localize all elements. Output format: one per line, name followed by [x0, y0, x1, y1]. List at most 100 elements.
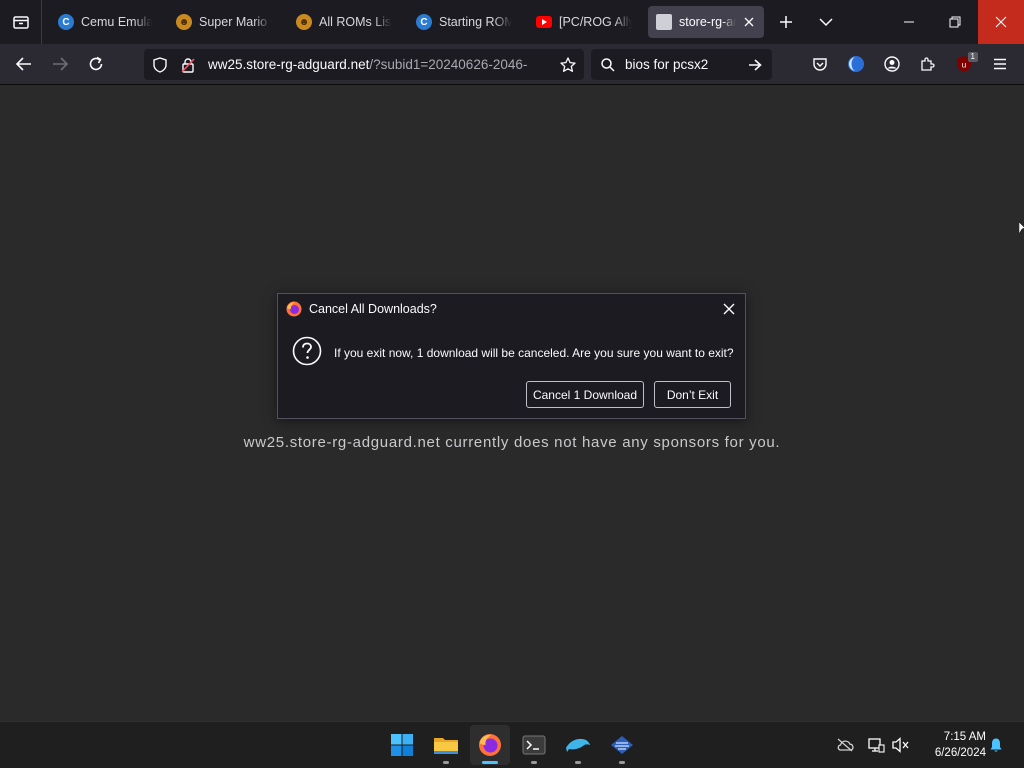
shield-icon: [153, 56, 167, 73]
tab-list-icon: [12, 16, 29, 29]
url-path: /?subid1=20240626-2046-: [369, 57, 528, 72]
start-button[interactable]: [382, 725, 422, 765]
url-host: ww25.store-rg-adguard.net: [208, 57, 370, 72]
running-indicator: [482, 761, 498, 764]
cancel-downloads-dialog: Cancel All Downloads? If you exit now, 1…: [277, 293, 746, 419]
question-icon: [292, 336, 322, 366]
clock-time: 7:15 AM: [943, 731, 986, 743]
sponsor-message: ww25.store-rg-adguard.net currently does…: [243, 434, 781, 451]
account-button[interactable]: [877, 49, 907, 79]
taskbar-dolphin-emulator[interactable]: [558, 725, 598, 765]
tab-label: Cemu Emulator: [81, 15, 152, 29]
svg-text:u: u: [962, 61, 966, 70]
onedrive-icon[interactable]: [835, 735, 855, 755]
folder-icon: [434, 738, 458, 754]
site-info-button[interactable]: [176, 53, 200, 77]
pocket-button[interactable]: [805, 49, 835, 79]
puzzle-icon: [921, 57, 935, 71]
dark-reader-extension-button[interactable]: [841, 49, 871, 79]
new-tab-button[interactable]: [770, 6, 802, 38]
cemu-icon: C: [416, 14, 432, 30]
taskbar-pcsx2[interactable]: [602, 725, 642, 765]
taskbar-terminal[interactable]: [514, 725, 554, 765]
dialog-title-bar: Cancel All Downloads?: [278, 294, 745, 324]
dialog-close-button[interactable]: [719, 299, 739, 319]
address-bar[interactable]: ww25.store-rg-adguard.net/?subid1=202406…: [144, 49, 584, 80]
close-icon: [995, 16, 1007, 28]
taskbar-file-explorer[interactable]: [426, 725, 466, 765]
tab-youtube-rog-ally[interactable]: [PC/ROG Ally]: [528, 6, 640, 38]
terminal-icon: [522, 735, 546, 755]
app-menu-button[interactable]: [985, 49, 1015, 79]
taskbar-firefox[interactable]: [470, 725, 510, 765]
running-indicator: [531, 761, 537, 764]
pocket-icon: [813, 58, 827, 71]
tab-label: Starting ROM: [439, 15, 512, 29]
tab-starting-rom[interactable]: C Starting ROM: [408, 6, 520, 38]
tracking-protection-button[interactable]: [148, 53, 172, 77]
youtube-icon: [536, 16, 552, 28]
minimize-window-button[interactable]: [886, 0, 932, 44]
firefox-icon: [286, 301, 302, 317]
dark-mode-extension-icon: [848, 56, 864, 72]
cemu-icon: C: [58, 14, 74, 30]
star-icon: [560, 56, 576, 72]
network-icon[interactable]: [866, 735, 886, 755]
extension-badge: 1: [967, 52, 978, 62]
forward-button[interactable]: [45, 49, 75, 79]
minimize-icon: [904, 21, 914, 23]
running-indicator: [575, 761, 581, 764]
restore-window-button[interactable]: [932, 0, 978, 44]
reload-icon: [89, 56, 103, 71]
tab-super-mario-galaxy[interactable]: ☻ Super Mario Galaxy: [168, 6, 280, 38]
dialog-title: Cancel All Downloads?: [309, 302, 437, 316]
tab-label: [PC/ROG Ally]: [559, 15, 632, 29]
tab-store-rg-adguard[interactable]: store-rg-adguard: [648, 6, 764, 38]
search-input[interactable]: bios for pcsx2: [625, 57, 738, 72]
dolphin-icon: [566, 738, 590, 752]
close-tab-button[interactable]: [742, 15, 756, 29]
clock-date: 6/26/2024: [934, 747, 986, 759]
hamburger-menu-icon: [994, 58, 1006, 70]
tab-label: All ROMs List: [319, 15, 392, 29]
search-icon: [595, 52, 621, 78]
bookmark-star-button[interactable]: [556, 53, 580, 77]
romsfun-icon: ☻: [296, 14, 312, 30]
tab-cemu-emulator[interactable]: C Cemu Emulator: [50, 6, 160, 38]
reload-button[interactable]: [81, 49, 111, 79]
plus-icon: [780, 16, 792, 28]
restore-icon: [949, 16, 961, 28]
list-all-tabs-button[interactable]: [0, 0, 42, 44]
back-button[interactable]: [9, 49, 39, 79]
close-window-button[interactable]: [978, 0, 1024, 44]
navigation-toolbar: ww25.store-rg-adguard.net/?subid1=202406…: [0, 44, 1024, 85]
arrow-left-icon: [16, 57, 31, 71]
tab-label: Super Mario Galaxy: [199, 15, 272, 29]
arrow-right-icon: [749, 58, 762, 71]
search-go-button[interactable]: [742, 52, 768, 78]
arrow-right-icon: [53, 57, 68, 71]
romsfun-icon: ☻: [176, 14, 192, 30]
notifications-bell-icon[interactable]: [986, 735, 1006, 755]
system-clock[interactable]: 7:15 AM 6/26/2024: [918, 729, 986, 761]
firefox-icon: [479, 734, 501, 756]
close-icon: [723, 303, 735, 315]
windows-logo-icon: [391, 734, 413, 756]
volume-muted-icon[interactable]: [891, 735, 911, 755]
running-indicator: [443, 761, 449, 764]
cancel-download-button[interactable]: Cancel 1 Download: [526, 381, 644, 408]
close-icon: [744, 17, 754, 27]
account-icon: [884, 56, 900, 72]
tab-label: store-rg-adguard: [679, 15, 736, 29]
tab-overflow-button[interactable]: [810, 6, 842, 38]
dialog-message: If you exit now, 1 download will be canc…: [334, 346, 734, 360]
ublock-origin-button[interactable]: u 1: [949, 49, 979, 79]
pcsx2-icon: [611, 736, 633, 754]
dont-exit-button[interactable]: Don’t Exit: [654, 381, 731, 408]
extensions-button[interactable]: [913, 49, 943, 79]
search-bar[interactable]: bios for pcsx2: [591, 49, 772, 80]
lock-insecure-icon: [181, 57, 195, 73]
windows-taskbar: 7:15 AM 6/26/2024: [0, 721, 1024, 768]
url-text[interactable]: ww25.store-rg-adguard.net/?subid1=202406…: [208, 57, 548, 72]
tab-all-roms-list[interactable]: ☻ All ROMs List: [288, 6, 400, 38]
